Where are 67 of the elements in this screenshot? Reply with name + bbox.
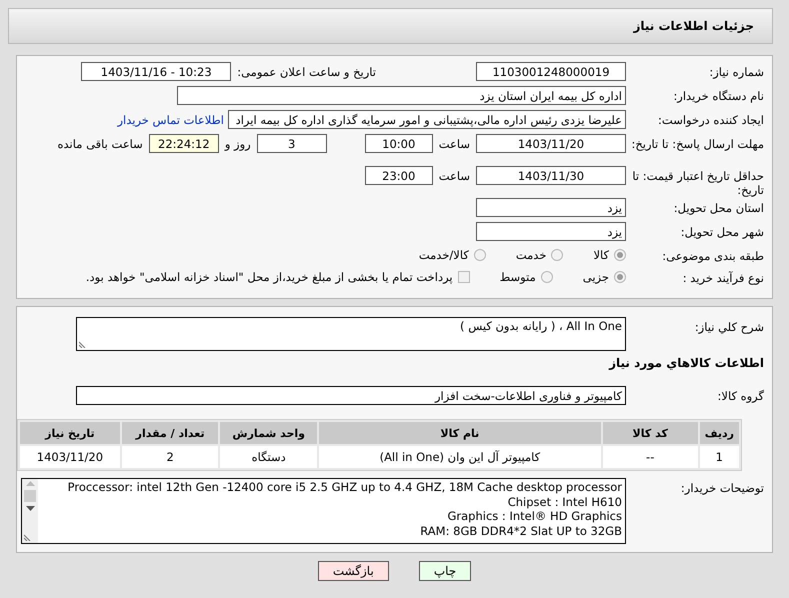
field-label: روز و bbox=[223, 136, 252, 151]
input-field[interactable]: 3 bbox=[256, 134, 327, 153]
field-label: حداقل تاریخ اعتبار قیمت: تا تاریخ: bbox=[631, 168, 765, 197]
field-label: تاریخ و ساعت اعلان عمومی: bbox=[236, 64, 377, 79]
field-label: ساعت باقی مانده bbox=[56, 136, 144, 151]
input-field[interactable]: اداره کل بیمه ایران استان یزد bbox=[177, 86, 626, 105]
table-cell: -- bbox=[602, 446, 698, 468]
radio-button[interactable] bbox=[474, 249, 486, 261]
field-label: شماره نیاز: bbox=[708, 64, 765, 79]
radio-label: جزیی bbox=[582, 270, 609, 284]
table-cell: دستگاه bbox=[220, 446, 317, 468]
radio-button[interactable] bbox=[540, 271, 553, 283]
radio-label: کالا/خدمت bbox=[418, 248, 469, 262]
field-label: گروه کالا: bbox=[716, 388, 765, 403]
scroll-down-icon[interactable] bbox=[26, 506, 34, 511]
input-field[interactable]: یزد bbox=[476, 198, 626, 217]
section-heading: اطلاعات کالاهاي مورد نياز bbox=[609, 356, 765, 370]
field-label: توضیحات خریدار: bbox=[680, 480, 765, 495]
description-field[interactable]: All In One ، ( رایانه بدون کیس ) bbox=[76, 317, 626, 351]
field-label: شرح کلي نياز: bbox=[694, 319, 765, 334]
field-label: نوع فرآیند خرید : bbox=[682, 270, 765, 285]
field-label: مهلت ارسال پاسخ: تا تاریخ: bbox=[630, 136, 765, 151]
scroll-up-icon[interactable] bbox=[26, 481, 34, 486]
column-header: تاریخ نیاز bbox=[20, 422, 120, 444]
field-label: استان محل تحویل: bbox=[672, 200, 765, 215]
checkbox[interactable] bbox=[458, 271, 470, 283]
print-button[interactable]: چاپ bbox=[418, 561, 472, 581]
scrollbar[interactable] bbox=[22, 479, 38, 543]
field-label: ساعت bbox=[438, 136, 471, 151]
input-field[interactable]: 10:00 bbox=[364, 134, 433, 153]
input-field[interactable]: کامپیوتر و فناوری اطلاعات-سخت افزار bbox=[76, 386, 626, 405]
field-label: شهر محل تحویل: bbox=[680, 224, 765, 239]
field-label: ساعت bbox=[438, 168, 471, 183]
checkbox-label: پرداخت تمام یا بخشی از مبلغ خرید،از محل "اسناد خزانه اسلامی" خواهد بود. bbox=[86, 270, 453, 284]
buyer-contact-link[interactable]: اطلاعات تماس خریدار bbox=[117, 110, 228, 127]
buyer-notes-field[interactable]: Proccessor: intel 12th Gen -12400 core i5 2.5 GHZ up to 4.4 GHZ, 18M Cache desktop processor Chipset : Intel H610 Graphics : Intel® HD Graphics RAM: 8GB DDR4*2 Slat UP to 32GB bbox=[21, 478, 626, 544]
input-field[interactable]: 23:00 bbox=[364, 166, 433, 185]
table-cell: 2 bbox=[122, 446, 218, 468]
input-field[interactable]: 1103001248000019 bbox=[476, 62, 626, 81]
radio-label: کالا bbox=[593, 248, 609, 262]
column-header: واحد شمارش bbox=[220, 422, 317, 444]
back-button[interactable]: بازگشت bbox=[318, 561, 389, 581]
column-header: نام کالا bbox=[318, 422, 601, 444]
table-cell: کامپیوتر آل این وان (All in One) bbox=[318, 446, 601, 468]
countdown-field[interactable]: 22:24:12 bbox=[148, 134, 219, 153]
field-label: ایجاد کننده درخواست: bbox=[657, 112, 765, 127]
radio-button[interactable] bbox=[614, 271, 626, 283]
column-header: کد کالا bbox=[602, 422, 698, 444]
radio-button[interactable] bbox=[551, 249, 564, 261]
radio-label: متوسط bbox=[500, 270, 536, 284]
column-header: ردیف bbox=[700, 422, 739, 444]
resize-grip-icon[interactable] bbox=[79, 340, 87, 348]
page-title: جزئیات اطلاعات نیاز bbox=[633, 19, 754, 33]
scrollbar-thumb[interactable] bbox=[24, 490, 36, 502]
input-field[interactable]: 1403/11/30 bbox=[476, 166, 626, 185]
radio-label: خدمت bbox=[516, 248, 546, 262]
input-field[interactable]: 1403/11/16 - 10:23 bbox=[81, 62, 232, 81]
column-header: تعداد / مقدار bbox=[122, 422, 218, 444]
input-field[interactable]: 1403/11/20 bbox=[476, 134, 626, 153]
field-label: طبقه بندی موضوعی: bbox=[661, 248, 765, 263]
table-cell: 1 bbox=[700, 446, 739, 468]
table-cell: 1403/11/20 bbox=[20, 446, 120, 468]
input-field[interactable]: علیرضا یزدی رئیس اداره مالی،پشتیبانی و امور سرمایه گذاری اداره کل بیمه ایراد bbox=[228, 110, 626, 129]
input-field[interactable]: یزد bbox=[476, 222, 626, 241]
field-label: نام دستگاه خریدار: bbox=[672, 88, 765, 103]
resize-grip-icon[interactable] bbox=[24, 533, 32, 541]
radio-button[interactable] bbox=[614, 249, 626, 261]
